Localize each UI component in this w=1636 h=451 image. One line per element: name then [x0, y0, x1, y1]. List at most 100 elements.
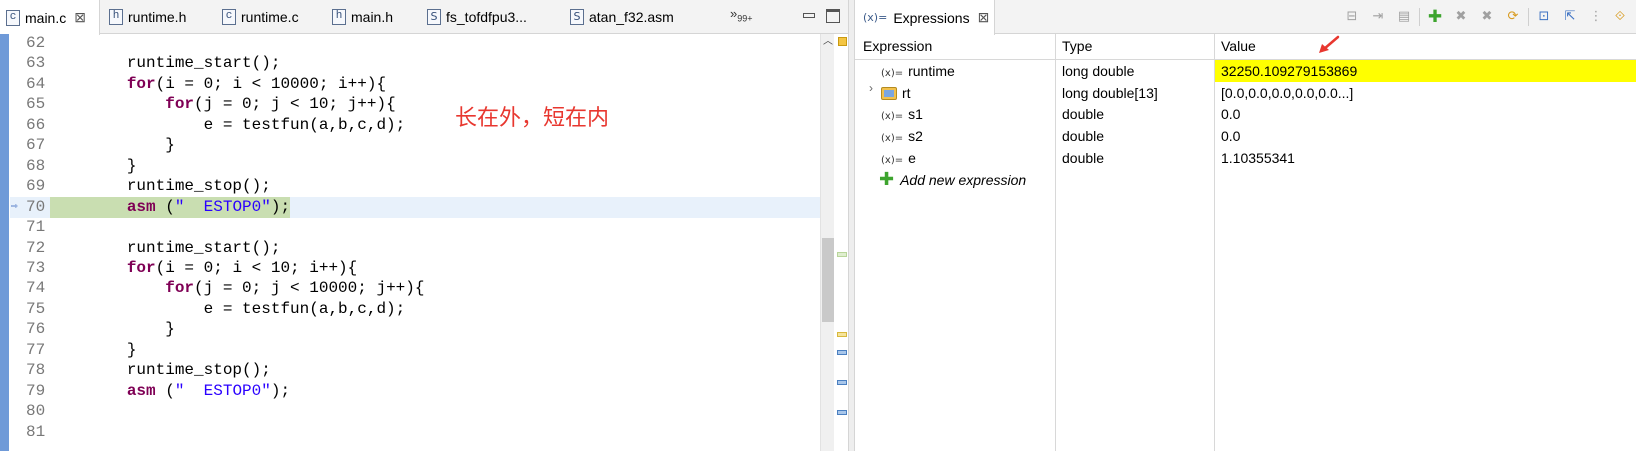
current-code-line[interactable]: ⇨ 70 asm (" ESTOP0"); [10, 196, 820, 218]
more-tabs-button[interactable]: »99+ [730, 6, 753, 24]
add-new-expression-label: Add new expression [900, 171, 1027, 188]
line-number: 81 [26, 422, 46, 441]
code-line[interactable]: 75 e = testfun(a,b,c,d); [10, 299, 820, 320]
tab-runtime-h[interactable]: h runtime.h [109, 0, 186, 34]
variable-icon: (x)= [881, 133, 904, 145]
expression-row[interactable]: (x)= runtime long double 32250.109279153869 [855, 60, 1636, 82]
expression-row[interactable]: (x)= s1 double 0.0 [855, 103, 1636, 125]
expression-value-cell[interactable]: 0.0 [1221, 103, 1240, 125]
code-line[interactable]: 67 } [10, 135, 820, 156]
code-line[interactable]: 79 asm (" ESTOP0"); [10, 381, 820, 402]
code-text: e = testfun(a,b,c,d); [50, 115, 406, 134]
expression-value-cell[interactable]: 0.0 [1221, 125, 1240, 147]
expression-value-cell[interactable]: [0.0,0.0,0.0,0.0,0.0...] [1221, 82, 1353, 104]
code-text: for(i = 0; i < 10000; i++){ [126, 74, 387, 93]
overview-marker[interactable] [837, 410, 847, 415]
code-line[interactable]: 63 runtime_start(); [10, 53, 820, 74]
overview-marker[interactable] [837, 332, 847, 337]
tab-label: atan_f32.asm [589, 9, 674, 25]
close-icon[interactable]: ⊠ [74, 9, 86, 26]
tab-main-c[interactable]: c main.c ⊠ [0, 0, 100, 35]
tab-atan-f32-asm[interactable]: Satan_f32.asm [570, 0, 674, 34]
collapse-all-icon[interactable]: ⊟ [1343, 9, 1361, 25]
remove-all-icon[interactable]: ✖ [1478, 9, 1496, 25]
expression-row[interactable]: (x)= s2 double 0.0 [855, 125, 1636, 147]
scroll-up-icon[interactable]: ︿ [823, 37, 833, 47]
editor-vertical-scrollbar[interactable]: ︿ [820, 34, 834, 451]
code-line[interactable]: 72 runtime_start(); [10, 238, 820, 259]
code-line[interactable]: 80 [10, 401, 820, 422]
expression-value-cell[interactable]: 32250.109279153869 [1221, 60, 1357, 82]
expression-name-cell[interactable]: (x)= s1 [881, 103, 923, 125]
code-line[interactable]: 76 } [10, 319, 820, 340]
tab-expressions[interactable]: (x)= Expressions ⊠ [855, 0, 995, 35]
add-new-expression-row[interactable]: ✚ Add new expression [855, 169, 1636, 191]
add-icon: ✚ [879, 168, 895, 190]
expression-name: s2 [908, 128, 923, 145]
overview-marker[interactable] [837, 350, 847, 355]
expression-name: s1 [908, 106, 923, 123]
code-line[interactable]: 69 runtime_stop(); [10, 176, 820, 197]
asm-file-icon: S [427, 9, 441, 25]
expression-name-cell[interactable]: (x)= runtime [881, 60, 955, 82]
minimize-icon[interactable] [802, 9, 816, 23]
expression-name: rt [902, 84, 911, 101]
code-line[interactable]: 73 for(i = 0; i < 10; i++){ [10, 258, 820, 279]
expression-name-cell[interactable]: rt [881, 82, 911, 104]
red-arrow-annotation [1319, 35, 1340, 53]
overview-marker[interactable] [837, 380, 847, 385]
code-line[interactable]: 71 [10, 217, 820, 238]
expand-arrow-icon[interactable]: › [869, 81, 873, 95]
code-line[interactable]: 62 [10, 34, 820, 54]
variable-icon: (x)= [881, 111, 904, 123]
column-header-value[interactable]: Value [1221, 34, 1256, 58]
expression-type-cell: long double[13] [1062, 84, 1158, 101]
expression-row[interactable]: › rt long double[13] [0.0,0.0,0.0,0.0,0.0..… [855, 81, 1636, 104]
add-new-expression-cell[interactable]: ✚ Add new expression [879, 169, 1026, 191]
code-text: } [50, 156, 137, 175]
expression-name-cell[interactable]: (x)= e [881, 147, 916, 169]
overview-marker[interactable] [837, 252, 847, 257]
code-text: asm (" ESTOP0"); [50, 196, 291, 218]
code-line[interactable]: 78 runtime_stop(); [10, 360, 820, 381]
tab-fs-tofdfpu3[interactable]: Sfs_tofdfpu3... [427, 0, 527, 34]
h-file-icon: h [109, 9, 123, 25]
pane-splitter[interactable] [848, 0, 855, 451]
expression-name-cell[interactable]: (x)= s2 [881, 125, 923, 147]
column-header-expression[interactable]: Expression [863, 34, 932, 58]
code-line[interactable]: 68 } [10, 156, 820, 177]
code-line[interactable]: 74 for(j = 0; j < 10000; j++){ [10, 278, 820, 299]
remove-icon[interactable]: ✖ [1452, 9, 1470, 25]
refresh-icon[interactable]: ⟳ [1504, 9, 1522, 25]
show-type-icon[interactable]: ⇥ [1369, 9, 1387, 25]
expression-value-cell[interactable]: 1.10355341 [1221, 147, 1295, 169]
code-text: } [50, 136, 175, 155]
new-window-icon[interactable]: ⊡ [1535, 9, 1553, 25]
expression-row[interactable]: (x)= e double 1.10355341 [855, 147, 1636, 169]
column-header-type[interactable]: Type [1062, 34, 1092, 58]
code-line[interactable]: 77 } [10, 340, 820, 361]
code-area[interactable]: 62 63 runtime_start(); 64 for(i = 0; i < 1… [10, 34, 820, 451]
tab-main-h[interactable]: h main.h [332, 0, 393, 34]
tab-runtime-c[interactable]: c runtime.c [222, 0, 299, 34]
export-icon[interactable]: ⇱ [1561, 9, 1579, 25]
maximize-icon[interactable] [826, 9, 840, 23]
add-expression-icon[interactable]: ✚ [1426, 9, 1444, 26]
scrollbar-thumb[interactable] [822, 238, 834, 322]
code-line[interactable]: 66 e = testfun(a,b,c,d); [10, 115, 820, 136]
editor-ruler [0, 34, 9, 451]
code-line[interactable]: 64 for(i = 0; i < 10000; i++){ [10, 74, 820, 95]
code-line[interactable]: 81 [10, 422, 820, 443]
view-menu-icon[interactable]: ⋮ [1587, 9, 1605, 25]
h-file-icon: h [332, 9, 346, 25]
code-text: runtime_start(); [50, 54, 281, 73]
code-line[interactable]: 65 for(j = 0; j < 10; j++){ [10, 94, 820, 115]
layout-icon[interactable]: ▤ [1395, 9, 1413, 25]
close-icon[interactable]: ⊠ [978, 9, 990, 26]
tab-label: runtime.c [241, 9, 299, 25]
pin-icon[interactable]: ⟐ [1611, 9, 1629, 25]
expression-type-cell: double [1062, 128, 1105, 145]
tab-label: runtime.h [128, 9, 187, 25]
array-variable-icon [881, 86, 897, 100]
line-number: 62 [26, 34, 46, 52]
